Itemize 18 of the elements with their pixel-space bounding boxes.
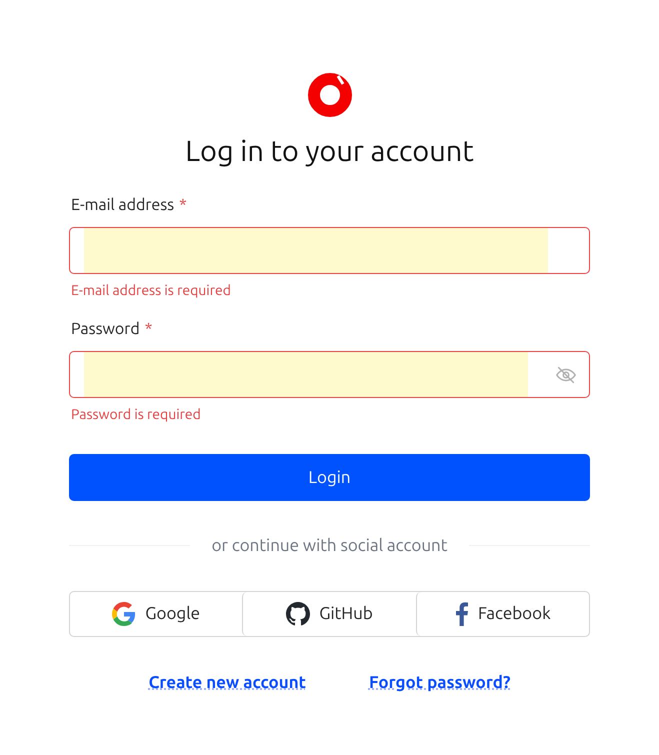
social-login-button[interactable]: Facebook [416,592,589,636]
error-message: E-mail address is required [70,281,232,299]
error-message: Password is required [70,405,202,423]
facebook-icon [454,602,469,626]
github-icon [286,602,310,626]
field-label: Password [71,319,140,339]
field-label: E-mail address [71,195,174,215]
password-field[interactable] [69,351,590,398]
page-title: Log in to your account [185,134,474,169]
logo-icon [306,72,352,118]
required-mark: * [144,319,152,339]
google-icon [112,602,136,626]
login-button[interactable]: Login [69,454,590,501]
link[interactable]: Forgot password? [368,670,510,695]
divider-text: or continue with social account [210,535,448,557]
link[interactable]: Create new account [148,670,306,695]
required-mark: * [179,195,187,215]
email-field[interactable] [69,227,590,274]
